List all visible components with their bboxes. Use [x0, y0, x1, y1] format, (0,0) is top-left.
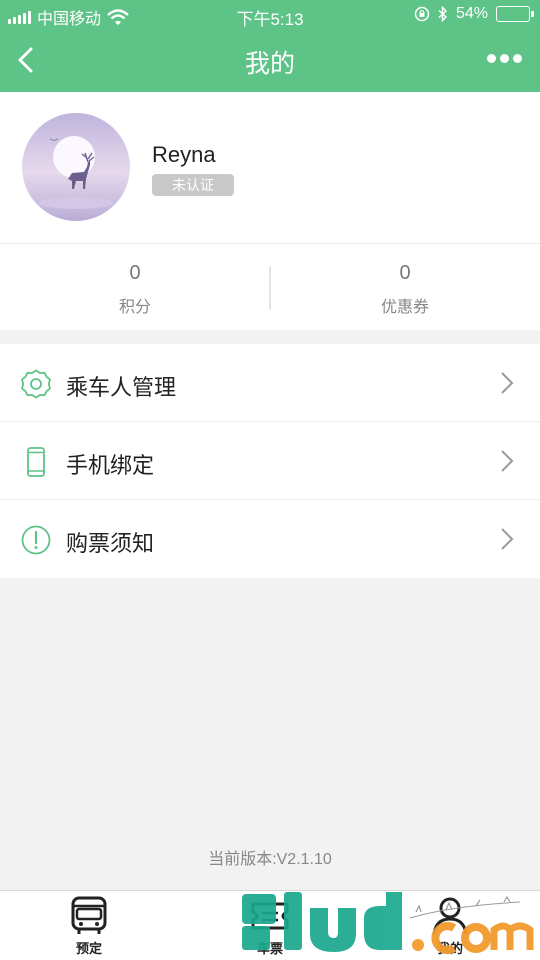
alert-circle-icon: [21, 525, 51, 555]
coupons-stat[interactable]: 0 优惠券: [270, 262, 540, 317]
coupons-label: 优惠券: [380, 299, 429, 316]
tab-mine[interactable]: 我的: [405, 896, 495, 957]
orientation-lock-icon: [414, 6, 430, 22]
bluetooth-icon: [438, 6, 448, 22]
chevron-right-icon: [501, 450, 514, 472]
tab-book[interactable]: 预定: [44, 896, 134, 957]
status-bar: 中国移动 下午5:13 54%: [0, 0, 540, 30]
tab-tickets-label: 车票: [256, 941, 283, 956]
points-label: 积分: [118, 299, 151, 316]
page-title: 我的: [244, 50, 295, 78]
user-icon: [432, 897, 468, 935]
menu-item-passenger-management[interactable]: 乘车人管理: [0, 344, 540, 422]
coupons-value: 0: [399, 262, 411, 284]
phone-icon: [27, 447, 45, 477]
header: 中国移动 下午5:13 54% 我的: [0, 0, 540, 92]
bus-icon: [71, 896, 107, 934]
version-text: 当前版本:V2.1.10: [208, 851, 332, 868]
points-stat[interactable]: 0 积分: [0, 262, 270, 317]
profile-card: Reyna 未认证: [0, 92, 540, 244]
tab-tickets[interactable]: 车票: [225, 896, 315, 957]
tab-bar: 预定 车票 我的: [0, 890, 540, 960]
chevron-right-icon: [501, 528, 514, 550]
ticket-icon: [251, 902, 289, 930]
points-value: 0: [129, 262, 141, 284]
battery-icon: [496, 6, 534, 22]
tab-book-label: 预定: [75, 941, 102, 956]
menu-list: 乘车人管理 手机绑定 购票须知: [0, 344, 540, 578]
nav-bar: 我的: [0, 30, 540, 92]
menu-label-passenger-management: 乘车人管理: [66, 375, 177, 400]
menu-item-phone-binding[interactable]: 手机绑定: [0, 422, 540, 500]
avatar[interactable]: [22, 113, 130, 221]
battery-percent: 54%: [455, 5, 488, 22]
chevron-right-icon: [501, 372, 514, 394]
menu-item-ticket-notice[interactable]: 购票须知: [0, 500, 540, 578]
menu-label-phone-binding: 手机绑定: [66, 453, 155, 478]
verification-badge: 未认证: [152, 174, 234, 196]
tab-mine-label: 我的: [436, 941, 463, 956]
stats-panel: 0 积分 0 优惠券: [0, 244, 540, 330]
gear-icon: [21, 369, 51, 399]
more-options-icon[interactable]: [487, 54, 522, 63]
menu-label-ticket-notice: 购票须知: [66, 531, 155, 556]
user-name: Reyna: [152, 142, 216, 167]
avatar-deer-image: [22, 113, 130, 221]
